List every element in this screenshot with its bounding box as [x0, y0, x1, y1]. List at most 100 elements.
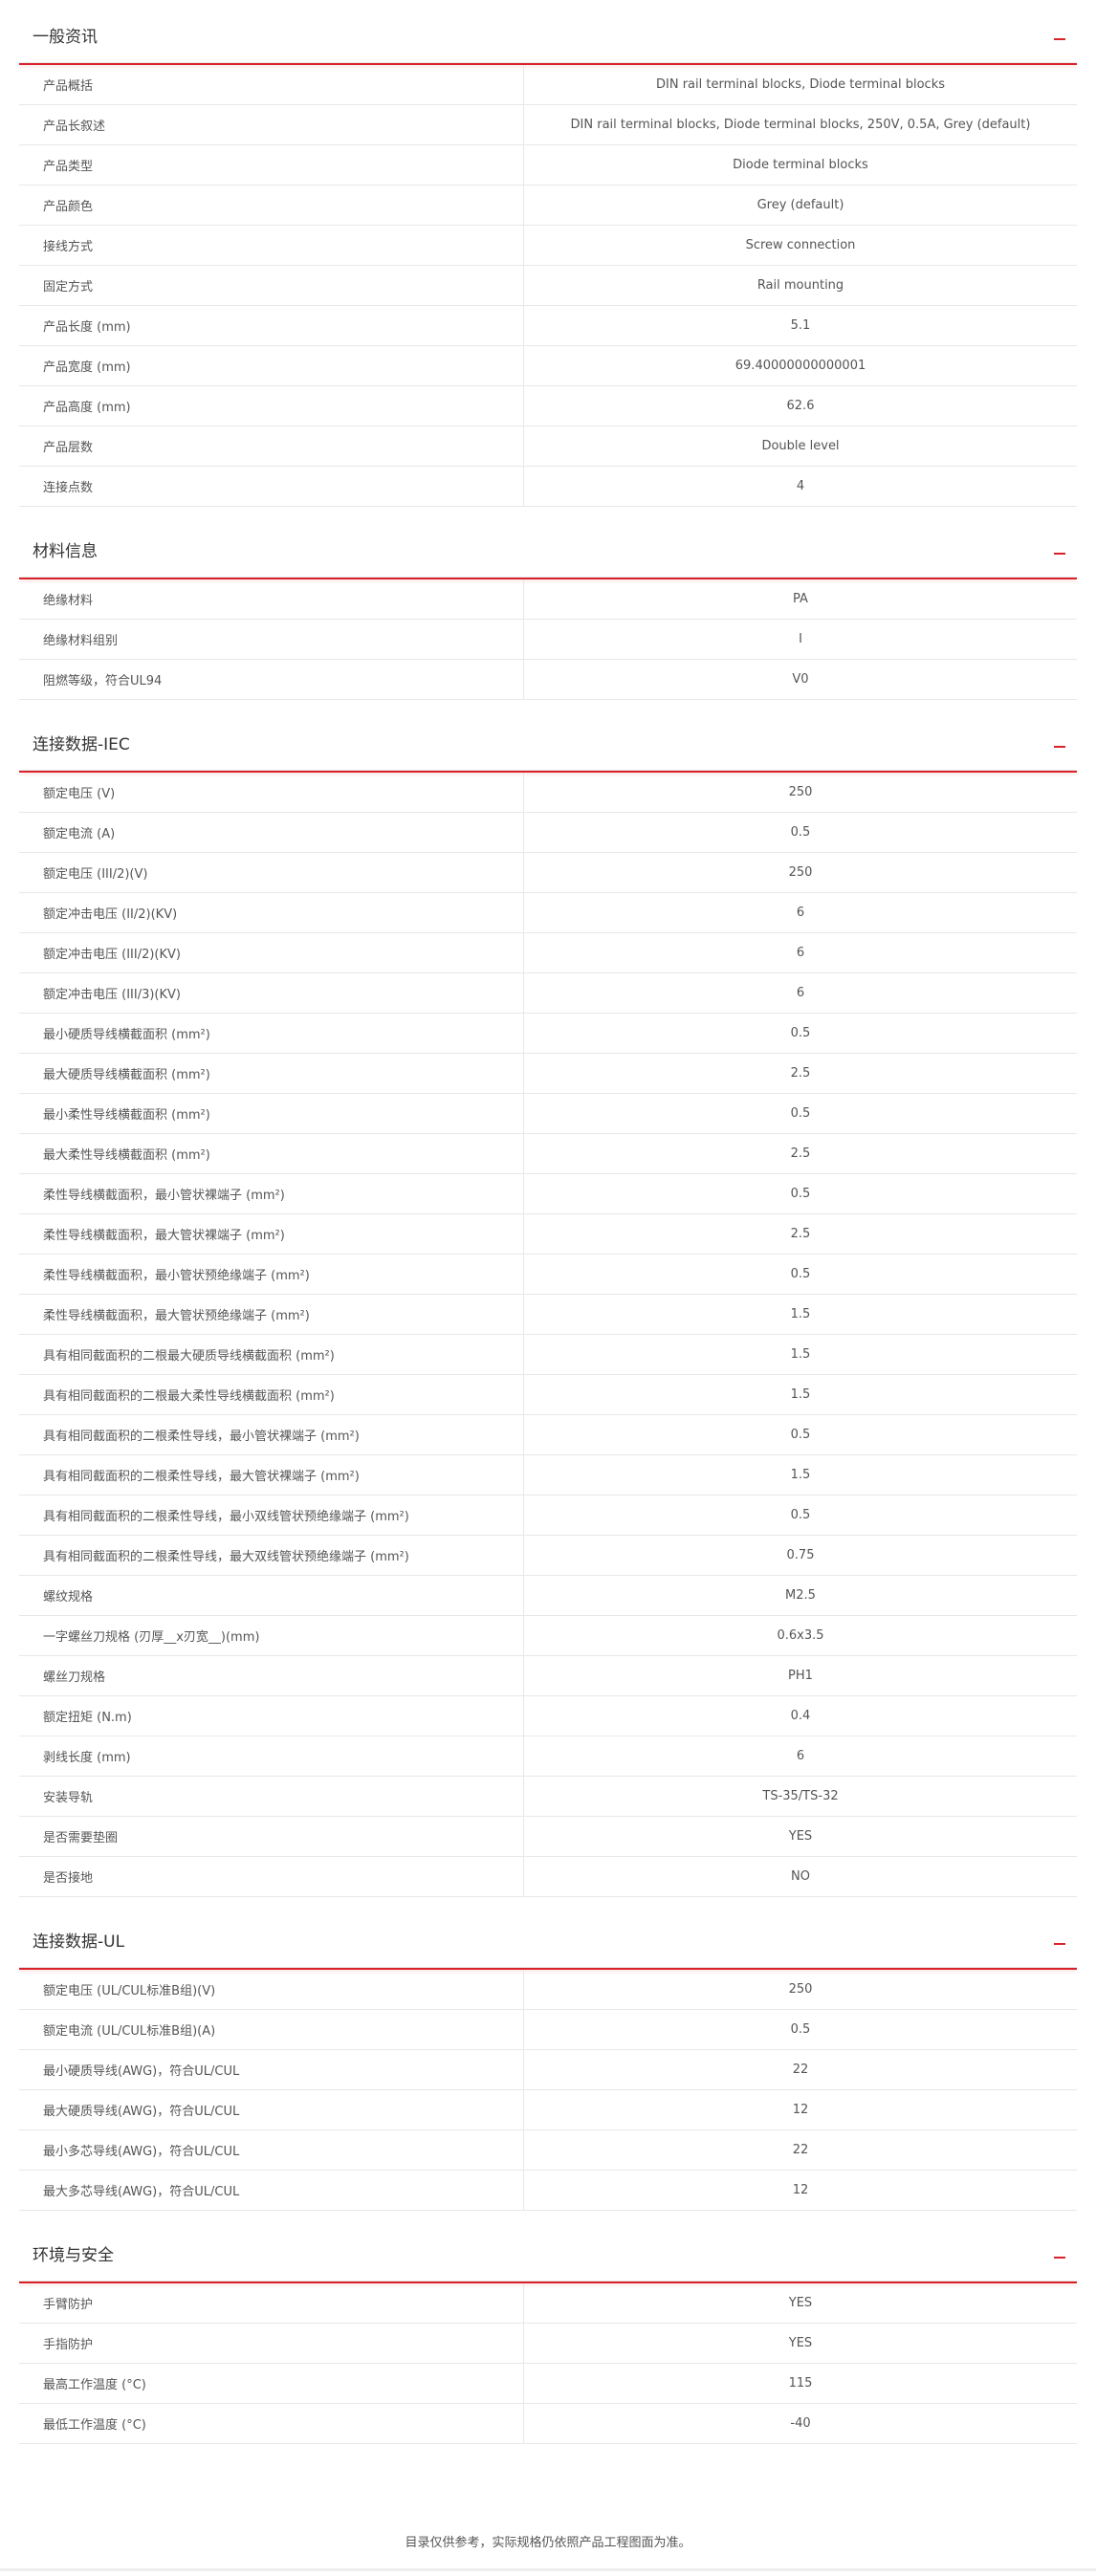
spec-row: 柔性导线横截面积，最大管状预绝缘端子 (mm²) 1.5 — [19, 1295, 1077, 1335]
spec-value: 0.75 — [786, 1548, 815, 1562]
spec-value: 5.1 — [790, 318, 811, 333]
spec-label: 固定方式 — [19, 266, 524, 305]
spec-value: 1.5 — [790, 1307, 811, 1321]
spec-row: 最大多芯导线(AWG)，符合UL/CUL 12 — [19, 2171, 1077, 2211]
minus-collapse-icon[interactable] — [1054, 1943, 1065, 1945]
spec-label: 剥线长度 (mm) — [19, 1736, 524, 1776]
spec-row: 固定方式 Rail mounting — [19, 266, 1077, 306]
footer-divider — [0, 2568, 1096, 2571]
spec-label: 额定冲击电压 (III/3)(KV) — [19, 973, 524, 1013]
spec-label: 手指防护 — [19, 2324, 524, 2363]
spec-value: Double level — [761, 439, 840, 453]
spec-row: 具有相同截面积的二根柔性导线，最小管状裸端子 (mm²) 0.5 — [19, 1415, 1077, 1455]
spec-label: 柔性导线横截面积，最大管状裸端子 (mm²) — [19, 1214, 524, 1254]
spec-label: 螺丝刀规格 — [19, 1656, 524, 1695]
section-header[interactable]: 环境与安全 — [19, 2218, 1077, 2281]
spec-value: 0.5 — [790, 1187, 811, 1201]
spec-value: 62.6 — [786, 399, 815, 413]
spec-label: 是否接地 — [19, 1857, 524, 1896]
spec-label: 具有相同截面积的二根最大硬质导线横截面积 (mm²) — [19, 1335, 524, 1374]
spec-value: 0.5 — [790, 1508, 811, 1522]
spec-row: 阻燃等级，符合UL94 V0 — [19, 660, 1077, 700]
spec-value: Diode terminal blocks — [733, 158, 868, 172]
spec-page: 一般资讯 产品概括 DIN rail terminal blocks, Diode … — [0, 0, 1096, 2576]
spec-row: 最大硬质导线横截面积 (mm²) 2.5 — [19, 1054, 1077, 1094]
section-header[interactable]: 连接数据-IEC — [19, 708, 1077, 771]
spec-value: Grey (default) — [756, 198, 844, 212]
spec-label: 产品长度 (mm) — [19, 306, 524, 345]
spec-row: 螺丝刀规格 PH1 — [19, 1656, 1077, 1696]
spec-label: 额定电压 (V) — [19, 773, 524, 812]
spec-row: 最小多芯导线(AWG)，符合UL/CUL 22 — [19, 2130, 1077, 2171]
spec-label: 额定扭矩 (N.m) — [19, 1696, 524, 1736]
spec-value: 22 — [792, 2143, 809, 2157]
spec-row: 具有相同截面积的二根最大硬质导线横截面积 (mm²) 1.5 — [19, 1335, 1077, 1375]
spec-row: 手臂防护 YES — [19, 2283, 1077, 2324]
minus-collapse-icon[interactable] — [1054, 746, 1065, 748]
spec-row: 柔性导线横截面积，最小管状预绝缘端子 (mm²) 0.5 — [19, 1255, 1077, 1295]
spec-label: 额定电流 (UL/CUL标准B组)(A) — [19, 2010, 524, 2049]
spec-row: 额定电压 (UL/CUL标准B组)(V) 250 — [19, 1970, 1077, 2010]
section-header[interactable]: 材料信息 — [19, 514, 1077, 578]
spec-value: 0.5 — [790, 1267, 811, 1281]
spec-label: 绝缘材料组别 — [19, 620, 524, 659]
spec-row: 产品概括 DIN rail terminal blocks, Diode term… — [19, 65, 1077, 105]
minus-collapse-icon[interactable] — [1054, 2257, 1065, 2259]
section-header[interactable]: 一般资讯 — [19, 0, 1077, 63]
section-title: 一般资讯 — [33, 28, 98, 47]
spec-value: 12 — [792, 2103, 809, 2117]
spec-section: 材料信息 绝缘材料 PA 绝缘材料组别 I 阻燃等级，符合UL94 V0 — [19, 514, 1077, 700]
spec-label: 具有相同截面积的二根柔性导线，最小管状裸端子 (mm²) — [19, 1415, 524, 1454]
spec-value: 0.5 — [790, 2022, 811, 2037]
spec-row: 螺纹规格 M2.5 — [19, 1576, 1077, 1616]
spec-row: 绝缘材料组别 I — [19, 620, 1077, 660]
spec-value: 1.5 — [790, 1347, 811, 1362]
spec-label: 产品层数 — [19, 426, 524, 466]
spec-row: 具有相同截面积的二根柔性导线，最小双线管状预绝缘端子 (mm²) 0.5 — [19, 1495, 1077, 1536]
spec-label: 具有相同截面积的二根柔性导线，最大双线管状预绝缘端子 (mm²) — [19, 1536, 524, 1575]
spec-label: 产品宽度 (mm) — [19, 346, 524, 385]
spec-row: 产品高度 (mm) 62.6 — [19, 386, 1077, 426]
spec-label: 阻燃等级，符合UL94 — [19, 660, 524, 699]
spec-row: 最小柔性导线横截面积 (mm²) 0.5 — [19, 1094, 1077, 1134]
spec-row: 产品宽度 (mm) 69.40000000000001 — [19, 346, 1077, 386]
spec-section: 连接数据-IEC 额定电压 (V) 250 额定电流 (A) 0.5 额定电压 (III/… — [19, 708, 1077, 1897]
spec-value: PH1 — [788, 1669, 813, 1683]
spec-label: 产品高度 (mm) — [19, 386, 524, 426]
spec-value: 250 — [788, 865, 813, 880]
spec-value: Screw connection — [745, 238, 856, 252]
spec-row: 产品类型 Diode terminal blocks — [19, 145, 1077, 186]
spec-value: 6 — [796, 906, 805, 920]
spec-label: 具有相同截面积的二根柔性导线，最小双线管状预绝缘端子 (mm²) — [19, 1495, 524, 1535]
spec-row: 最大柔性导线横截面积 (mm²) 2.5 — [19, 1134, 1077, 1174]
spec-label: 产品长叙述 — [19, 105, 524, 144]
spec-row: 具有相同截面积的二根柔性导线，最大管状裸端子 (mm²) 1.5 — [19, 1455, 1077, 1495]
spec-row: 额定电流 (A) 0.5 — [19, 813, 1077, 853]
section-title: 环境与安全 — [33, 2246, 114, 2265]
spec-row: 产品层数 Double level — [19, 426, 1077, 467]
minus-collapse-icon[interactable] — [1054, 38, 1065, 40]
spec-value: DIN rail terminal blocks, Diode terminal… — [570, 118, 1031, 132]
spec-label: 最低工作温度 (°C) — [19, 2404, 524, 2443]
spec-label: 额定电压 (III/2)(V) — [19, 853, 524, 892]
section-header[interactable]: 连接数据-UL — [19, 1905, 1077, 1968]
section-title: 材料信息 — [33, 542, 98, 561]
spec-label: 产品类型 — [19, 145, 524, 185]
spec-value: -40 — [790, 2416, 811, 2431]
spec-label: 具有相同截面积的二根柔性导线，最大管状裸端子 (mm²) — [19, 1455, 524, 1495]
minus-collapse-icon[interactable] — [1054, 553, 1065, 555]
spec-label: 绝缘材料 — [19, 579, 524, 619]
spec-value: 0.4 — [790, 1709, 811, 1723]
spec-label: 产品概括 — [19, 65, 524, 104]
spec-label: 柔性导线横截面积，最小管状裸端子 (mm²) — [19, 1174, 524, 1213]
spec-label: 最大柔性导线横截面积 (mm²) — [19, 1134, 524, 1173]
spec-row: 最高工作温度 (°C) 115 — [19, 2364, 1077, 2404]
spec-label: 手臂防护 — [19, 2283, 524, 2323]
spec-value: 2.5 — [790, 1146, 811, 1161]
spec-label: 最大硬质导线横截面积 (mm²) — [19, 1054, 524, 1093]
spec-row: 剥线长度 (mm) 6 — [19, 1736, 1077, 1777]
spec-value: 0.5 — [790, 1428, 811, 1442]
spec-value: 2.5 — [790, 1066, 811, 1081]
spec-value: 2.5 — [790, 1227, 811, 1241]
spec-value: 115 — [788, 2376, 813, 2390]
